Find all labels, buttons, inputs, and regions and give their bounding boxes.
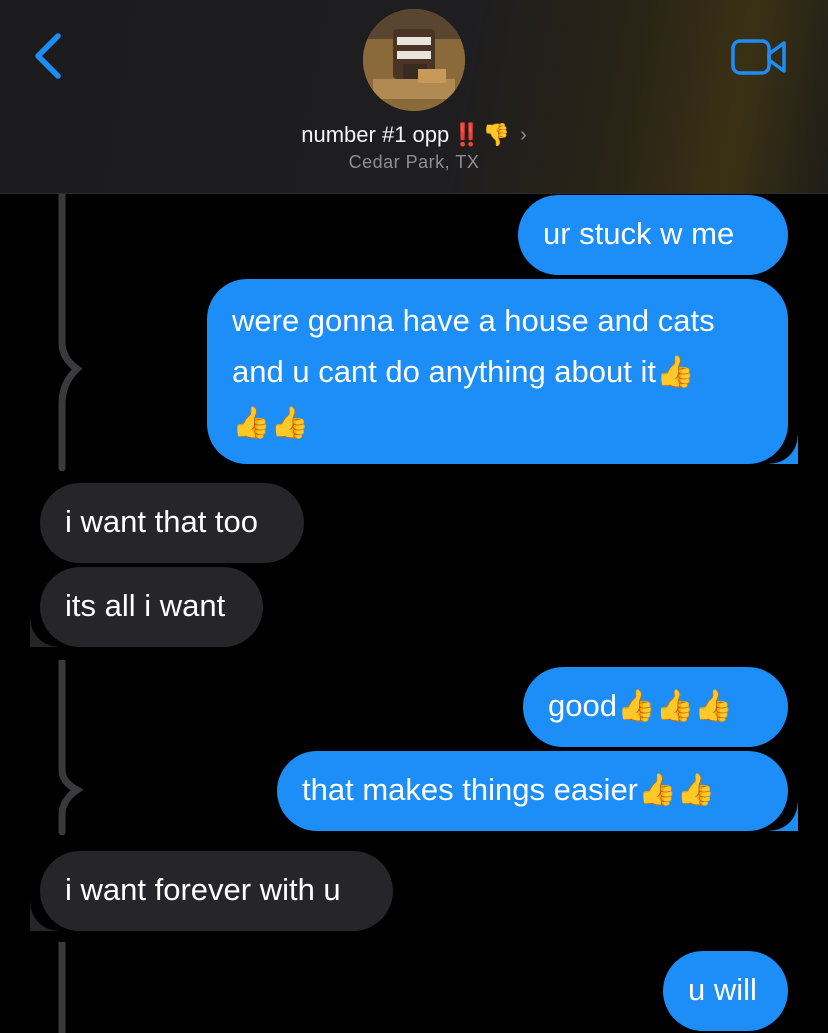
- double-exclamation-emoji: ‼️: [453, 122, 480, 147]
- message-text: were gonna have a house and cats: [232, 303, 715, 338]
- message-bubble-outgoing[interactable]: that makes things easier👍👍: [277, 751, 798, 831]
- message-text: u will: [688, 972, 757, 1007]
- message-text: good👍👍👍: [548, 688, 733, 723]
- reply-thread-line: [58, 942, 66, 1033]
- contact-location: Cedar Park, TX: [348, 152, 480, 172]
- message-bubble-outgoing[interactable]: u will: [663, 951, 788, 1031]
- contact-avatar[interactable]: [363, 9, 465, 111]
- message-bubble-outgoing[interactable]: good👍👍👍: [523, 667, 788, 747]
- contact-name: number #1 opp: [301, 122, 450, 147]
- message-bubble-outgoing[interactable]: ur stuck w me: [518, 195, 788, 275]
- back-button[interactable]: [28, 30, 68, 82]
- chevron-left-icon: [35, 33, 61, 79]
- video-call-button[interactable]: [730, 38, 788, 76]
- message-text: i want forever with u: [65, 872, 341, 907]
- message-text: ur stuck w me: [543, 216, 735, 251]
- reply-thread-line: [58, 193, 83, 471]
- conversation-header: number #1 opp ‼️ 👎 › Cedar Park, TX: [0, 0, 828, 194]
- avatar-photo: [363, 9, 465, 111]
- messages-screen: number #1 opp ‼️ 👎 › Cedar Park, TX ur s…: [0, 0, 828, 1033]
- contact-name-row[interactable]: number #1 opp ‼️ 👎 ›: [0, 119, 828, 151]
- message-text: its all i want: [65, 588, 226, 623]
- thumbs-down-emoji: 👎: [482, 122, 511, 147]
- message-bubble-incoming[interactable]: i want that too: [40, 483, 304, 563]
- message-bubble-incoming[interactable]: its all i want: [30, 567, 263, 647]
- video-camera-icon: [731, 39, 786, 75]
- reply-thread-line: [58, 660, 84, 835]
- message-bubble-outgoing[interactable]: were gonna have a house and cats and u c…: [207, 279, 798, 464]
- message-text: 👍👍: [232, 405, 310, 440]
- message-bubble-incoming[interactable]: i want forever with u: [30, 851, 393, 931]
- message-text: i want that too: [65, 504, 259, 539]
- message-text: and u cant do anything about it👍: [232, 354, 695, 389]
- message-text: that makes things easier👍👍: [302, 772, 716, 807]
- chevron-right-icon: ›: [520, 124, 527, 146]
